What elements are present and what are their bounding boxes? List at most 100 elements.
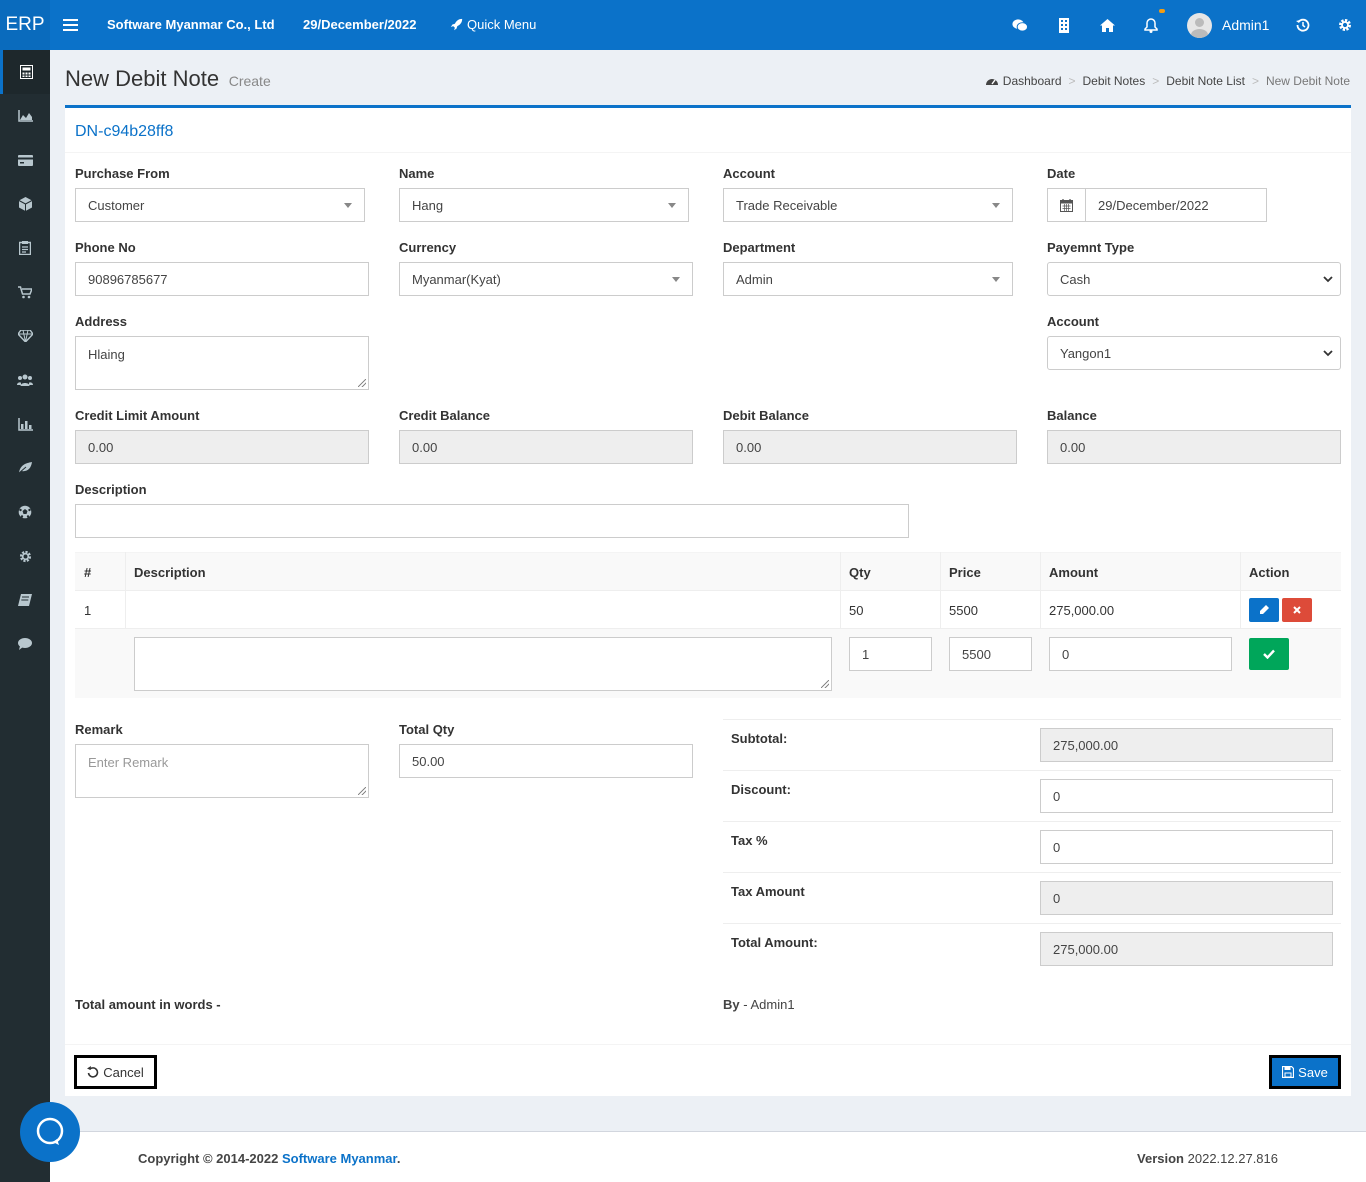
sidebar-item-users[interactable]: [0, 358, 50, 402]
col-header-qty: Qty: [849, 565, 871, 580]
sidebar-item-cart[interactable]: [0, 270, 50, 314]
cart-icon: [18, 285, 32, 298]
row-price: 5500: [949, 603, 978, 618]
discount-input[interactable]: 0: [1040, 779, 1333, 813]
confirm-row-button[interactable]: [1249, 638, 1289, 670]
payment-type-select[interactable]: Cash: [1047, 262, 1341, 296]
department-select[interactable]: Admin: [723, 262, 1013, 296]
cancel-button[interactable]: Cancel: [74, 1055, 157, 1089]
breadcrumb-debit-note-list[interactable]: Debit Note List: [1166, 74, 1245, 88]
divider: [65, 152, 1351, 153]
divider: [65, 1044, 1351, 1045]
history-icon[interactable]: [1295, 17, 1311, 33]
quick-menu-button[interactable]: Quick Menu: [450, 17, 536, 32]
chat-widget-button[interactable]: [20, 1102, 80, 1162]
cog-icon: [19, 550, 31, 562]
delete-row-button[interactable]: [1282, 598, 1312, 622]
date-input[interactable]: 29/December/2022: [1085, 188, 1267, 222]
wechat-icon[interactable]: [1012, 17, 1028, 33]
bell-icon[interactable]: [1143, 17, 1159, 33]
breadcrumb-debit-notes[interactable]: Debit Notes: [1083, 74, 1146, 88]
payment-type-value: Cash: [1060, 271, 1091, 287]
total-qty-input[interactable]: 50.00: [399, 744, 693, 778]
logo[interactable]: ERP: [0, 0, 50, 50]
sidebar-item-settings[interactable]: [0, 534, 50, 578]
credit-balance-value: 0.00: [412, 439, 438, 455]
page-title: New Debit Note: [65, 66, 220, 91]
resize-grip-icon[interactable]: [358, 787, 366, 795]
save-button[interactable]: Save: [1269, 1055, 1341, 1089]
avatar[interactable]: [1187, 13, 1212, 38]
sidebar-item-book[interactable]: [0, 578, 50, 622]
sidebar-item-clipboard[interactable]: [0, 226, 50, 270]
building-icon[interactable]: [1056, 17, 1072, 33]
breadcrumb: Dashboard > Debit Notes > Debit Note Lis…: [985, 74, 1350, 88]
user-name[interactable]: Admin1: [1222, 17, 1269, 33]
discount-value: 0: [1053, 788, 1061, 804]
item-amount-input[interactable]: 0: [1049, 637, 1232, 671]
version: Version 2022.12.27.816: [1137, 1151, 1278, 1166]
sidebar-item-calculator[interactable]: [0, 50, 50, 94]
breadcrumb-dashboard[interactable]: Dashboard: [1003, 74, 1062, 88]
calculator-icon: [20, 65, 33, 79]
row-amount: 275,000.00: [1049, 603, 1115, 618]
item-qty-input[interactable]: 1: [849, 637, 932, 671]
phone-label: Phone No: [75, 240, 136, 255]
item-amount-value: 0: [1062, 646, 1070, 662]
chat-icon: [36, 1117, 64, 1145]
balance-field: 0.00: [1047, 430, 1341, 464]
cube-icon: [18, 197, 32, 211]
row-qty: 50: [849, 603, 864, 618]
tax-percent-input[interactable]: 0: [1040, 830, 1333, 864]
currency-value: Myanmar(Kyat): [412, 271, 501, 287]
notification-badge: [1159, 9, 1165, 13]
subtotal-field: 275,000.00: [1040, 728, 1333, 762]
caret-down-icon: [992, 203, 1000, 208]
page-footer: Copyright © 2014-2022 Software Myanmar. …: [50, 1131, 1366, 1182]
summary-divider: [723, 923, 1341, 924]
account-label: Account: [723, 166, 775, 181]
address-textarea[interactable]: Hlaing: [75, 336, 369, 390]
sidebar-item-area-chart[interactable]: [0, 94, 50, 138]
description-input[interactable]: [75, 504, 909, 538]
version-number: 2022.12.27.816: [1187, 1151, 1278, 1166]
gear-icon[interactable]: [1337, 17, 1353, 33]
table-row: 1 50 5500 275,000.00: [75, 590, 1341, 628]
account-select[interactable]: Trade Receivable: [723, 188, 1013, 222]
sidebar-toggle-icon[interactable]: [63, 16, 78, 34]
edit-row-button[interactable]: [1249, 598, 1279, 622]
home-icon[interactable]: [1099, 17, 1115, 33]
sidebar-item-diamond[interactable]: [0, 314, 50, 358]
sidebar-item-leaf[interactable]: [0, 446, 50, 490]
sidebar-item-cube[interactable]: [0, 182, 50, 226]
col-header-no: #: [84, 565, 92, 580]
purchase-from-value: Customer: [88, 197, 145, 213]
total-amount-value: 275,000.00: [1053, 941, 1119, 957]
sidebar-item-credit-card[interactable]: [0, 138, 50, 182]
phone-input[interactable]: 90896785677: [75, 262, 369, 296]
resize-grip-icon[interactable]: [358, 379, 366, 387]
sidebar: [0, 50, 50, 1182]
summary-divider: [723, 872, 1341, 873]
item-description-textarea[interactable]: [134, 637, 832, 691]
remark-textarea[interactable]: Enter Remark: [75, 744, 369, 798]
item-price-input[interactable]: 5500: [949, 637, 1032, 671]
sidebar-item-soccer[interactable]: [0, 490, 50, 534]
debit-balance-field: 0.00: [723, 430, 1017, 464]
calendar-icon[interactable]: [1047, 188, 1086, 222]
sidebar-item-bar-chart[interactable]: [0, 402, 50, 446]
date-label: Date: [1047, 166, 1076, 181]
sidebar-item-comment[interactable]: [0, 622, 50, 666]
resize-grip-icon[interactable]: [821, 680, 829, 688]
pencil-icon: [1260, 605, 1269, 614]
account2-select[interactable]: Yangon1: [1047, 336, 1341, 370]
created-by-value: - Admin1: [743, 997, 795, 1012]
purchase-from-select[interactable]: Customer: [75, 188, 365, 222]
company-link[interactable]: Software Myanmar: [282, 1151, 397, 1166]
currency-select[interactable]: Myanmar(Kyat): [399, 262, 693, 296]
name-select[interactable]: Hang: [399, 188, 689, 222]
floppy-icon: [1282, 1066, 1295, 1078]
copyright: Copyright © 2014-2022 Software Myanmar.: [138, 1151, 400, 1166]
amount-in-words: Total amount in words -: [75, 997, 221, 1012]
row-no: 1: [84, 603, 92, 618]
